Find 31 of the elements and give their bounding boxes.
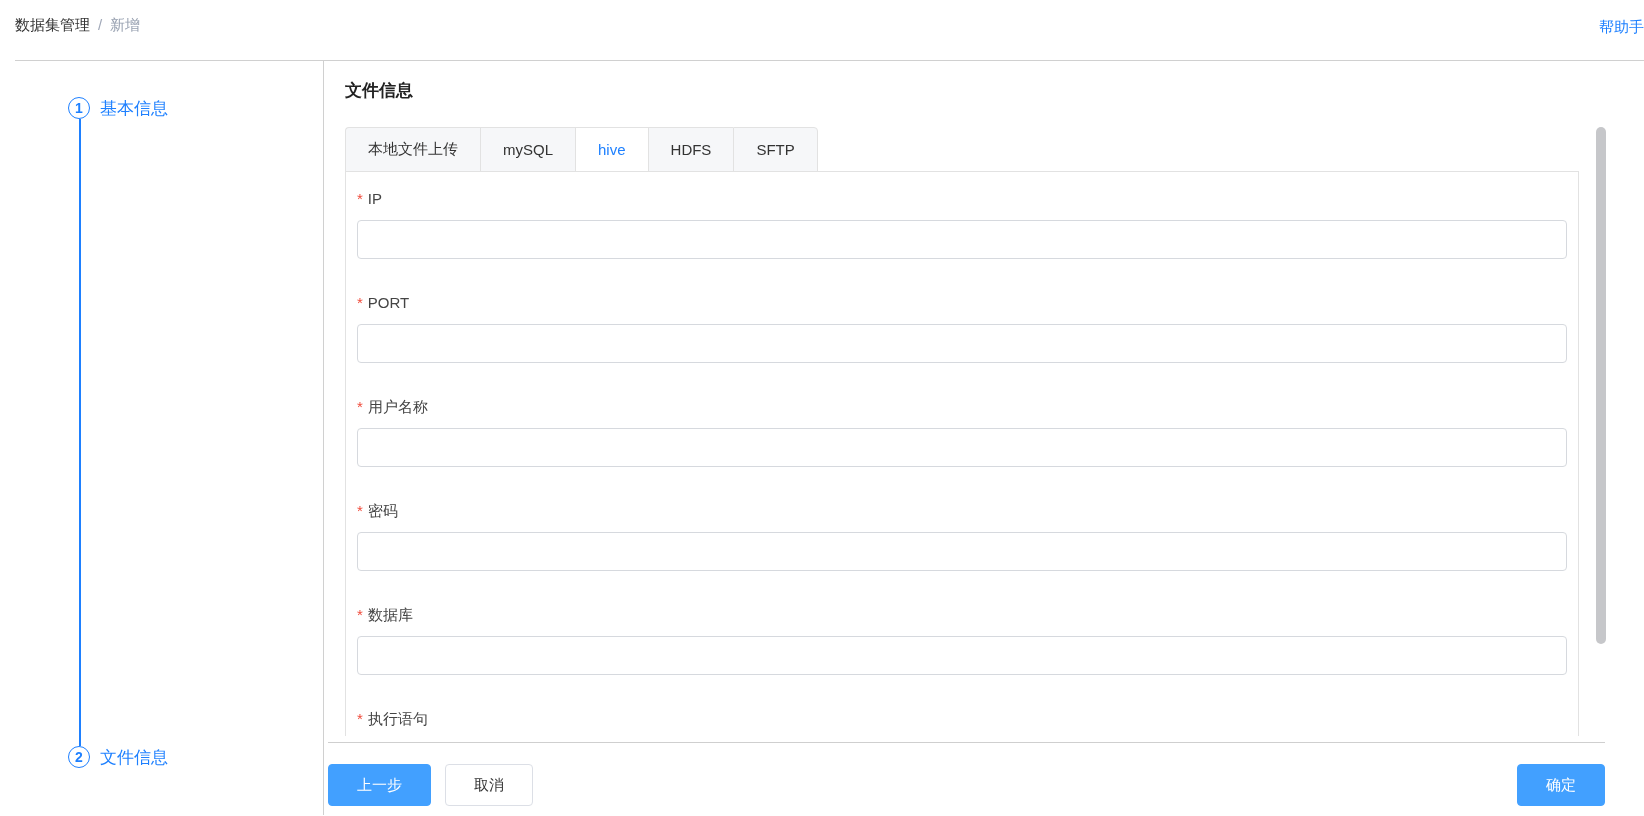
input-field[interactable] <box>357 324 1567 363</box>
required-mark: * <box>357 606 363 625</box>
input-field[interactable] <box>357 636 1567 675</box>
breadcrumb-item: 新增 <box>110 16 141 35</box>
field-label: IP <box>367 190 383 209</box>
step-label: 文件信息 <box>100 746 168 769</box>
help-link[interactable]: 帮助手 <box>1599 16 1644 37</box>
button[interactable]: 取消 <box>445 764 533 806</box>
input-field[interactable] <box>357 220 1567 259</box>
field-label: PORT <box>367 294 410 313</box>
required-mark: * <box>357 294 363 313</box>
input-field[interactable] <box>357 428 1567 467</box>
tab[interactable]: mySQL <box>480 127 575 172</box>
step-label: 基本信息 <box>100 97 168 120</box>
section-title: 文件信息 <box>344 80 414 102</box>
input-field[interactable] <box>357 532 1567 571</box>
breadcrumb-separator: / <box>98 16 103 35</box>
tab[interactable]: HDFS <box>647 127 734 172</box>
field-label: 用户名称 <box>367 398 428 417</box>
tab[interactable]: SFTP <box>733 127 818 172</box>
required-mark: * <box>357 502 363 521</box>
required-mark: * <box>357 190 363 209</box>
scrollbar[interactable] <box>1596 127 1606 644</box>
tab[interactable]: 本地文件上传 <box>345 127 480 172</box>
field-label: 密码 <box>367 502 398 521</box>
breadcrumb-item[interactable]: 数据集管理 <box>15 16 90 35</box>
field-label: 数据库 <box>367 606 413 625</box>
field-label: 执行语句 <box>367 710 428 729</box>
tab[interactable]: hive <box>575 127 648 172</box>
required-mark: * <box>357 710 363 729</box>
required-mark: * <box>357 398 363 417</box>
